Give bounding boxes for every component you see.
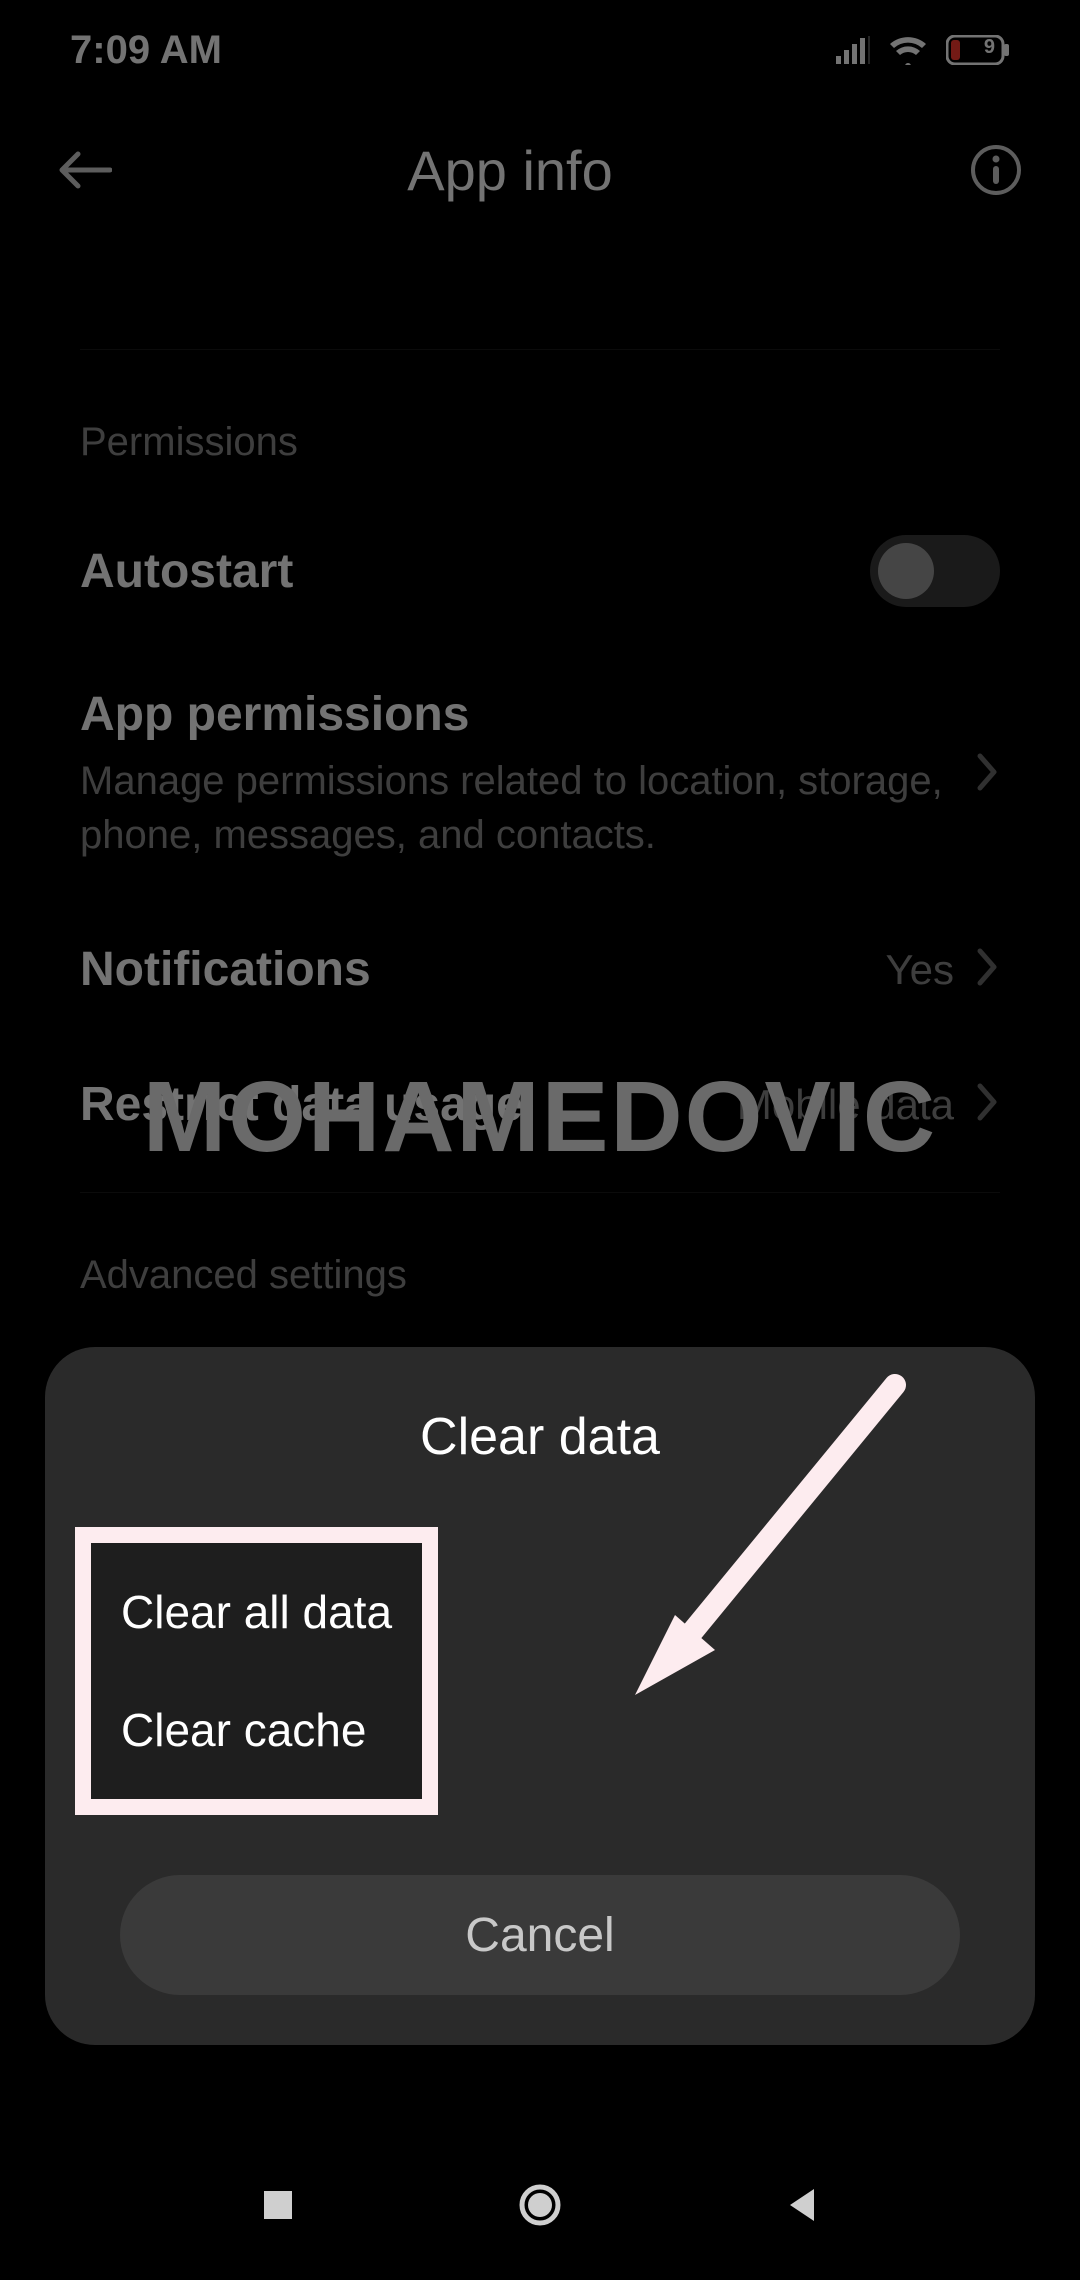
autostart-label: Autostart [80, 544, 870, 599]
wifi-icon [888, 35, 928, 65]
content-area: Permissions Autostart App permissions Ma… [0, 240, 1080, 1338]
navigation-bar [0, 2130, 1080, 2280]
app-header: App info [0, 100, 1080, 240]
battery-level: 9 [984, 36, 995, 59]
app-permissions-subtitle: Manage permissions related to location, … [80, 754, 974, 862]
notifications-label: Notifications [80, 942, 885, 997]
cancel-button[interactable]: Cancel [120, 1875, 960, 1995]
chevron-right-icon [974, 947, 1000, 992]
cellular-signal-icon [836, 36, 870, 64]
clear-data-dialog: Clear data Clear all data Clear cache Ca… [45, 1347, 1035, 2045]
app-permissions-row[interactable]: App permissions Manage permissions relat… [80, 637, 1000, 892]
notifications-value: Yes [885, 946, 954, 994]
app-permissions-label: App permissions [80, 687, 974, 742]
restrict-data-value: Mobile data [737, 1081, 954, 1129]
section-permissions-label: Permissions [80, 350, 1000, 505]
battery-icon [946, 35, 1010, 65]
restrict-data-label: Restrict data usage [80, 1077, 737, 1132]
autostart-row[interactable]: Autostart [80, 505, 1000, 637]
restrict-data-row[interactable]: Restrict data usage Mobile data [80, 1027, 1000, 1162]
nav-home-button[interactable] [516, 2181, 564, 2229]
dialog-title: Clear data [85, 1407, 995, 1467]
chevron-right-icon [974, 752, 1000, 797]
clear-all-data-option[interactable]: Clear all data [111, 1553, 402, 1671]
page-title: App info [54, 138, 966, 203]
clear-cache-option[interactable]: Clear cache [111, 1671, 402, 1789]
status-bar: 7:09 AM 9 [0, 0, 1080, 100]
status-time: 7:09 AM [70, 28, 222, 73]
chevron-right-icon [974, 1082, 1000, 1127]
notifications-row[interactable]: Notifications Yes [80, 892, 1000, 1027]
nav-back-button[interactable] [784, 2185, 820, 2225]
section-advanced-label: Advanced settings [80, 1193, 1000, 1338]
info-button[interactable] [966, 144, 1026, 196]
nav-recents-button[interactable] [260, 2187, 296, 2223]
dialog-options-highlight: Clear all data Clear cache [75, 1527, 438, 1815]
autostart-toggle[interactable] [870, 535, 1000, 607]
